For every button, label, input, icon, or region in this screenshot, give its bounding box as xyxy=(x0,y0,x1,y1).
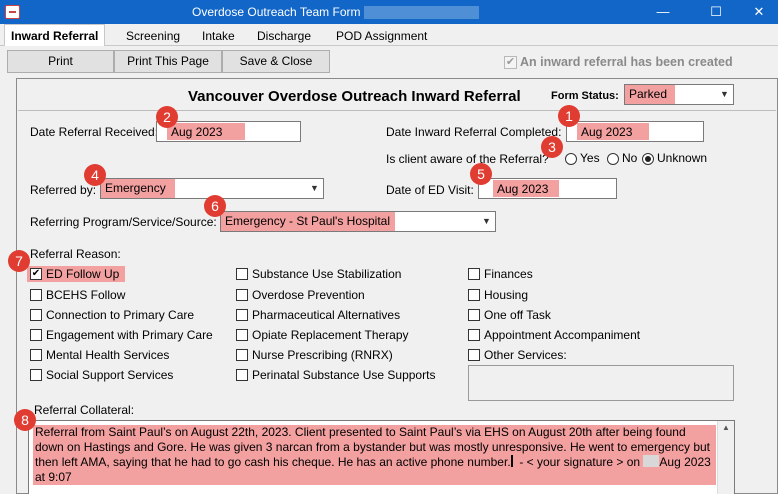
connection-primary-care-checkbox[interactable] xyxy=(30,309,42,321)
redacted-day xyxy=(643,455,660,467)
window-title: Overdose Outreach Team Form xyxy=(192,5,361,19)
form-status-select[interactable]: Parked ▼ xyxy=(624,84,734,105)
reason-housing: Housing xyxy=(484,288,529,302)
close-button[interactable]: ✕ xyxy=(736,0,778,24)
overdose-prevention-checkbox[interactable] xyxy=(236,289,248,301)
title-bar: Overdose Outreach Team Form — ☐ ✕ xyxy=(0,0,778,24)
perinatal-supports-checkbox[interactable] xyxy=(236,369,248,381)
reason-opiate-replacement: Opiate Replacement Therapy xyxy=(252,328,409,342)
form-status-label: Form Status: xyxy=(551,90,619,102)
one-off-task-checkbox[interactable] xyxy=(468,309,480,321)
collateral-text: Referral from Saint Paul’s on August 22t… xyxy=(33,425,716,485)
minimize-button[interactable]: — xyxy=(640,0,686,24)
reason-perinatal-supports: Perinatal Substance Use Supports xyxy=(252,368,436,382)
inward-referral-created-label: An inward referral has been created xyxy=(520,55,733,69)
social-support-checkbox[interactable] xyxy=(30,369,42,381)
reason-pharmaceutical-alternatives: Pharmaceutical Alternatives xyxy=(252,308,401,322)
program-label: Referring Program/Service/Source: xyxy=(30,215,217,229)
finances-checkbox[interactable] xyxy=(468,268,480,280)
aware-yes-label: Yes xyxy=(580,151,600,165)
client-aware-label: Is client aware of the Referral? xyxy=(386,152,549,166)
aware-unknown-radio[interactable] xyxy=(642,153,654,165)
tab-intake[interactable]: Intake xyxy=(196,27,241,46)
program-select[interactable]: Emergency - St Paul's Hospital ▼ xyxy=(220,211,496,232)
bcehs-follow-checkbox[interactable] xyxy=(30,289,42,301)
reason-connection-primary-care: Connection to Primary Care xyxy=(46,308,195,322)
date-received-label: Date Referral Received: xyxy=(30,125,159,139)
collateral-signature: - < your signature > on xyxy=(519,455,641,469)
substance-stabilization-checkbox[interactable] xyxy=(236,268,248,280)
badge-2: 2 xyxy=(156,106,178,128)
reason-ed-follow-up: ED Follow Up xyxy=(46,267,120,281)
badge-5: 5 xyxy=(470,163,492,185)
date-completed-label: Date Inward Referral Completed: xyxy=(386,125,562,139)
reason-one-off-task: One off Task xyxy=(484,308,551,322)
ed-visit-label: Date of ED Visit: xyxy=(386,183,474,197)
chevron-down-icon: ▼ xyxy=(310,183,319,193)
redacted-title-suffix xyxy=(364,6,479,19)
mental-health-checkbox[interactable] xyxy=(30,349,42,361)
date-received-value: Aug 2023 xyxy=(167,123,245,140)
reason-overdose-prevention: Overdose Prevention xyxy=(252,288,365,302)
engagement-primary-care-checkbox[interactable] xyxy=(30,329,42,341)
form-status-value: Parked xyxy=(625,85,675,104)
housing-checkbox[interactable] xyxy=(468,289,480,301)
collateral-scrollbar[interactable]: ▲ xyxy=(717,421,734,494)
print-this-page-button[interactable]: Print This Page xyxy=(114,50,222,73)
date-received-input[interactable]: Aug 2023 xyxy=(156,121,301,142)
referral-reason-label: Referral Reason: xyxy=(30,247,121,261)
checkmark-icon: ✔ xyxy=(504,56,517,69)
form-heading: Vancouver Overdose Outreach Inward Refer… xyxy=(188,88,521,105)
opiate-replacement-checkbox[interactable] xyxy=(236,329,248,341)
reason-substance-stabilization: Substance Use Stabilization xyxy=(252,267,402,281)
reason-nurse-prescribing: Nurse Prescribing (RNRX) xyxy=(252,348,393,362)
date-completed-value: Aug 2023 xyxy=(577,123,649,140)
aware-no-label: No xyxy=(622,151,638,165)
chevron-down-icon: ▼ xyxy=(482,216,491,226)
collateral-textarea[interactable]: Referral from Saint Paul’s on August 22t… xyxy=(28,420,735,494)
reason-social-support: Social Support Services xyxy=(46,368,174,382)
aware-no-radio[interactable] xyxy=(607,153,619,165)
program-value: Emergency - St Paul's Hospital xyxy=(221,212,395,231)
reason-engagement-primary-care: Engagement with Primary Care xyxy=(46,328,213,342)
pharmaceutical-alternatives-checkbox[interactable] xyxy=(236,309,248,321)
reason-mental-health: Mental Health Services xyxy=(46,348,170,362)
other-services-input[interactable] xyxy=(468,365,734,401)
ed-follow-up-checkbox[interactable]: ✔ xyxy=(30,268,42,280)
tab-strip: Inward Referral Screening Intake Dischar… xyxy=(0,24,778,46)
tab-screening[interactable]: Screening xyxy=(120,27,186,46)
reason-finances: Finances xyxy=(484,267,533,281)
referred-by-label: Referred by: xyxy=(30,183,97,197)
reason-other-services: Other Services: xyxy=(484,348,567,362)
badge-7: 7 xyxy=(8,250,30,272)
tab-discharge[interactable]: Discharge xyxy=(251,27,317,46)
date-completed-input[interactable]: Aug 2023 xyxy=(566,121,704,142)
badge-4: 4 xyxy=(84,164,106,186)
save-close-button[interactable]: Save & Close xyxy=(222,50,330,73)
app-icon xyxy=(5,5,20,19)
collateral-label: Referral Collateral: xyxy=(34,403,135,417)
nurse-prescribing-checkbox[interactable] xyxy=(236,349,248,361)
referred-by-value: Emergency xyxy=(101,179,175,198)
reason-appointment-accompaniment: Appointment Accompaniment xyxy=(484,328,641,342)
heading-divider xyxy=(18,110,776,111)
reason-bcehs-follow: BCEHS Follow xyxy=(46,288,126,302)
maximize-button[interactable]: ☐ xyxy=(693,0,739,24)
badge-6: 6 xyxy=(204,195,226,217)
text-cursor xyxy=(510,455,513,467)
aware-yes-radio[interactable] xyxy=(565,153,577,165)
ed-visit-value: Aug 2023 xyxy=(493,180,559,197)
badge-8: 8 xyxy=(14,409,36,431)
chevron-down-icon: ▼ xyxy=(720,89,729,99)
scroll-up-icon[interactable]: ▲ xyxy=(722,423,730,432)
appointment-accompaniment-checkbox[interactable] xyxy=(468,329,480,341)
badge-1: 1 xyxy=(558,105,580,127)
print-button[interactable]: Print xyxy=(7,50,114,73)
tab-pod-assignment[interactable]: POD Assignment xyxy=(330,27,433,46)
badge-3: 3 xyxy=(541,136,563,158)
aware-unknown-label: Unknown xyxy=(657,151,708,165)
other-services-checkbox[interactable] xyxy=(468,349,480,361)
ed-visit-input[interactable]: Aug 2023 xyxy=(478,178,617,199)
tab-inward-referral[interactable]: Inward Referral xyxy=(4,24,106,46)
